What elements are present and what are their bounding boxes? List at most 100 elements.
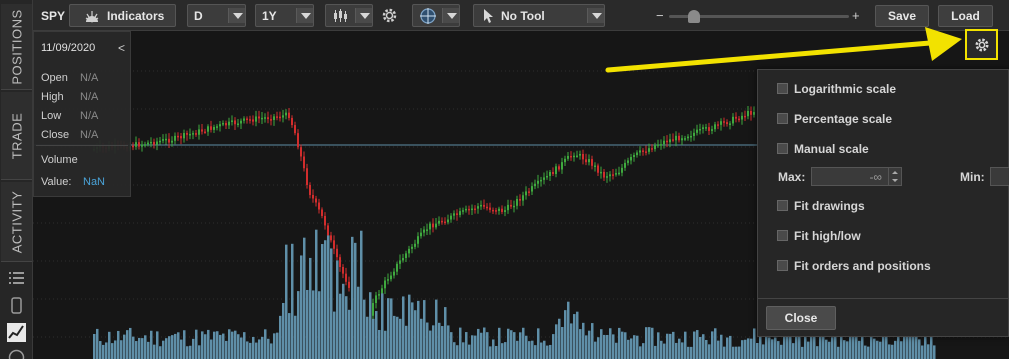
volume-bar <box>117 330 120 359</box>
volume-bar <box>213 331 216 359</box>
volume-bar <box>738 346 741 359</box>
tool-select[interactable]: No Tool <box>473 4 605 27</box>
tab-positions[interactable]: POSITIONS <box>1 4 32 90</box>
chart-icon[interactable] <box>7 323 26 342</box>
volume-bar <box>492 339 495 359</box>
zoom-slider-thumb[interactable] <box>687 10 700 23</box>
tab-trade[interactable]: TRADE <box>1 92 32 180</box>
candle-body <box>693 132 695 136</box>
volume-bar <box>552 334 555 359</box>
tab-activity[interactable]: ACTIVITY <box>1 182 32 262</box>
volume-bar <box>219 334 222 359</box>
volume-bar <box>828 341 831 359</box>
period-value: D <box>194 9 203 23</box>
volume-bar <box>429 330 432 359</box>
candle-body <box>645 151 647 153</box>
volume-bar <box>285 244 288 359</box>
candle-body <box>201 129 203 132</box>
volume-bar <box>417 300 420 359</box>
zoom-in-button[interactable]: + <box>852 8 860 23</box>
logarithmic-scale-checkbox[interactable] <box>777 83 788 94</box>
zoom-slider[interactable] <box>669 10 849 23</box>
range-dropdown-icon <box>296 8 313 23</box>
fit-orders-positions-checkbox[interactable] <box>777 260 788 271</box>
volume-bar <box>237 334 240 359</box>
candlestick-icon <box>334 9 347 22</box>
candle-body <box>249 119 251 121</box>
volume-bar <box>144 335 147 359</box>
volume-bar <box>792 343 795 359</box>
volume-bar <box>507 328 510 359</box>
volume-bar <box>846 341 849 359</box>
candle-body <box>144 144 146 146</box>
fit-high-low-checkbox[interactable] <box>777 230 788 241</box>
close-button[interactable]: Close <box>766 306 836 330</box>
manual-scale-checkbox[interactable] <box>777 143 788 154</box>
candle-body <box>228 121 230 126</box>
volume-bar <box>435 299 438 359</box>
volume-bar <box>375 311 378 359</box>
circle-icon[interactable] <box>8 349 25 359</box>
candle-body <box>408 248 410 254</box>
load-button[interactable]: Load <box>938 5 993 27</box>
volume-bar <box>756 343 759 359</box>
candle-body <box>708 127 710 131</box>
candle-body <box>573 155 575 158</box>
period-select[interactable]: D <box>187 4 246 27</box>
info-value-row: Value: NaN <box>41 176 105 188</box>
volume-bar <box>651 327 654 359</box>
indicators-button[interactable]: Indicators <box>69 4 176 27</box>
volume-bar <box>843 340 846 359</box>
volume-bar <box>567 301 570 359</box>
price-axis-settings-button[interactable] <box>965 29 998 60</box>
chart-settings-gear-icon[interactable] <box>381 7 398 24</box>
candle-body <box>609 174 611 177</box>
high-value: N/A <box>80 91 99 103</box>
candle-body <box>162 139 164 141</box>
volume-bar <box>399 318 402 359</box>
list-icon[interactable] <box>8 270 25 287</box>
volume-bar <box>510 330 513 359</box>
fit-drawings-checkbox[interactable] <box>777 200 788 211</box>
volume-bar <box>711 331 714 359</box>
save-button[interactable]: Save <box>875 5 929 27</box>
volume-bar <box>342 283 345 359</box>
volume-bar <box>480 332 483 359</box>
candle-body <box>306 168 308 185</box>
volume-bar <box>657 332 660 359</box>
volume-bar <box>99 341 102 359</box>
phone-icon[interactable] <box>8 297 25 314</box>
candle-body <box>381 288 383 295</box>
candle-body <box>438 220 440 224</box>
volume-bar <box>348 309 351 359</box>
max-stepper[interactable] <box>888 167 902 186</box>
collapse-info-button[interactable]: < <box>118 41 125 55</box>
volume-bar <box>432 325 435 359</box>
candle-body <box>639 150 641 153</box>
volume-bar <box>135 341 138 359</box>
range-select[interactable]: 1Y <box>255 4 314 27</box>
symbol-label[interactable]: SPY <box>41 9 65 23</box>
candle-body <box>618 172 620 175</box>
candle-body <box>594 165 596 167</box>
volume-bar <box>264 329 267 359</box>
volume-bar <box>150 330 153 359</box>
volume-bar <box>210 339 213 359</box>
volume-bar <box>483 327 486 359</box>
candle-body <box>345 273 347 282</box>
max-field[interactable]: -∞ <box>811 167 889 186</box>
volume-bar <box>351 236 354 359</box>
volume-bar <box>252 336 255 359</box>
candle-body <box>540 179 542 182</box>
volume-bar <box>303 237 306 359</box>
volume-bar <box>798 334 801 359</box>
min-field[interactable] <box>990 167 1009 186</box>
volume-bar <box>390 298 393 359</box>
drawing-mode-select[interactable] <box>412 4 460 27</box>
percentage-scale-checkbox[interactable] <box>777 113 788 124</box>
zoom-out-button[interactable]: − <box>656 8 664 23</box>
candle-body <box>294 125 296 134</box>
volume-bar <box>699 336 702 359</box>
chart-style-select[interactable] <box>325 4 373 27</box>
candle-body <box>210 126 212 130</box>
